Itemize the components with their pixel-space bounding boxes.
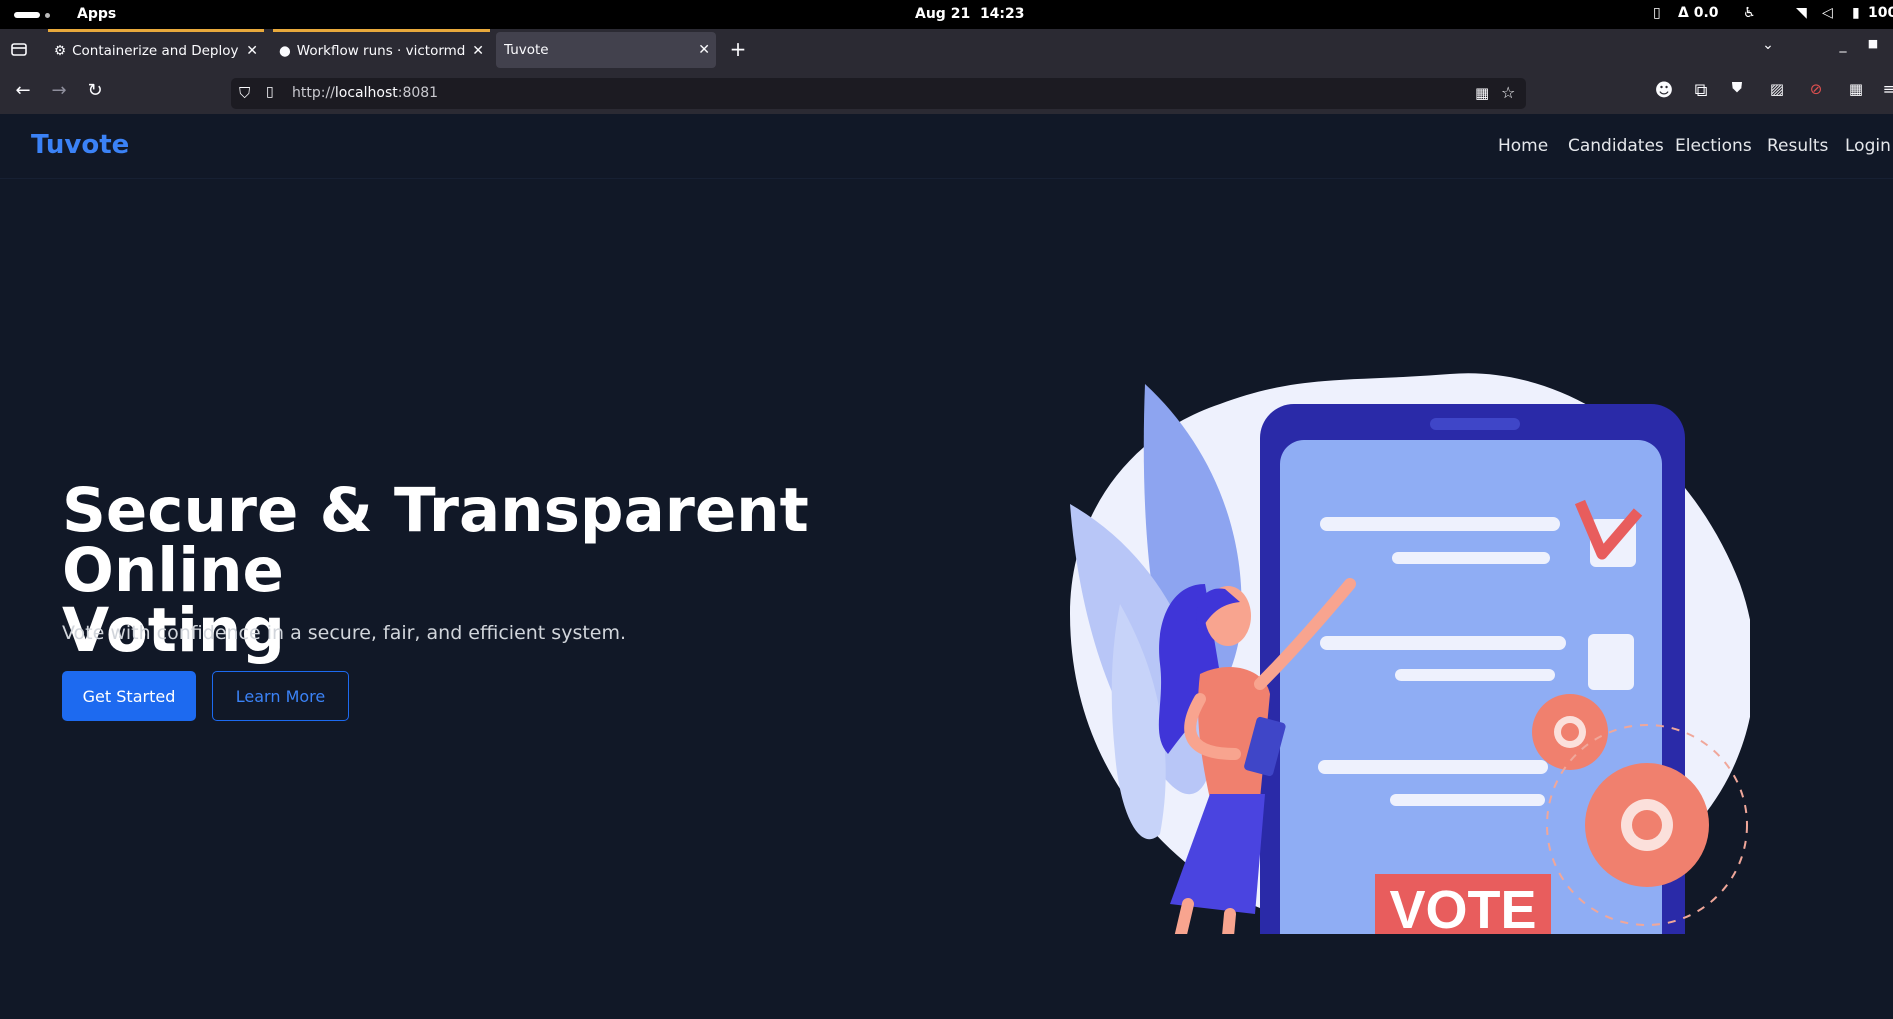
nav-login[interactable]: Login [1845, 136, 1891, 156]
bookmark-star-icon[interactable]: ☆ [1501, 83, 1515, 102]
tab-containerize[interactable]: ⚙ Containerize and Deploy W ✕ [48, 29, 264, 69]
site-logo[interactable]: Tuvote [31, 130, 129, 160]
tab-title: Containerize and Deploy W [72, 42, 241, 59]
nav-candidates[interactable]: Candidates [1568, 136, 1664, 156]
minimize-icon[interactable]: _ [1830, 37, 1856, 53]
apps-menu[interactable]: Apps [77, 6, 116, 22]
image-extension-icon[interactable]: ▨ [1764, 80, 1790, 98]
browser-navigation-bar: ← → ↻ ⛉ ▯ http://localhost:8081 ▦ ☆ ☻ ⧉ … [0, 72, 1893, 114]
network-rate: Δ 0.0 [1678, 5, 1719, 21]
qr-code-icon[interactable]: ▦ [1475, 84, 1489, 102]
hero-subtitle: Vote with confidence in a secure, fair, … [62, 622, 627, 644]
accessibility-icon[interactable]: ♿ [1743, 5, 1756, 21]
tab-title: Tuvote [504, 42, 549, 58]
page-icon[interactable]: ▯ [266, 84, 274, 100]
site-header: Tuvote Home Candidates Elections Results… [0, 114, 1893, 179]
tab-close-icon[interactable]: ✕ [692, 42, 716, 58]
firefox-view-icon[interactable] [6, 40, 32, 63]
tab-title: Workflow runs · victormde [296, 42, 467, 59]
url-prefix: http:// [292, 85, 335, 101]
battery-level: 100 [1868, 5, 1893, 21]
voting-illustration: VOTE [1070, 373, 1750, 934]
url-port: :8081 [397, 85, 439, 101]
nav-home[interactable]: Home [1498, 136, 1548, 156]
hero-title-line-1: Secure & Transparent Online [62, 475, 809, 606]
battery-icon[interactable]: ▮ [1852, 5, 1860, 21]
activities-indicator[interactable] [14, 12, 40, 18]
github-icon: ● [279, 42, 291, 59]
system-clock[interactable]: Aug 21 14:23 [915, 6, 1095, 22]
webpage: Tuvote Home Candidates Elections Results… [0, 114, 1893, 1019]
forward-icon[interactable]: → [46, 80, 72, 101]
vote-sign: VOTE [1375, 874, 1551, 934]
tab-close-icon[interactable]: ✕ [240, 43, 264, 59]
clock-date: Aug 21 [915, 6, 971, 22]
nav-elections[interactable]: Elections [1675, 136, 1752, 156]
address-bar[interactable]: ⛉ ▯ http://localhost:8081 ▦ ☆ [231, 78, 1526, 109]
learn-more-button[interactable]: Learn More [212, 671, 349, 721]
ublock-icon[interactable]: ⛊ [1724, 80, 1750, 96]
sim-icon: ▯ [1653, 5, 1661, 21]
apps-grid-icon[interactable]: ▦ [1843, 80, 1869, 98]
clock-time: 14:23 [979, 6, 1025, 22]
list-all-tabs-icon[interactable]: ⌄ [1755, 37, 1781, 53]
get-started-button[interactable]: Get Started [62, 671, 196, 721]
maximize-icon[interactable]: ■ [1860, 37, 1886, 50]
sound-muted-icon[interactable]: ◁ [1822, 5, 1833, 21]
nav-results[interactable]: Results [1767, 136, 1828, 156]
system-top-bar: Apps Aug 21 14:23 ▯ Δ 0.0 ♿ ◥ ◁ ▮ 100 [0, 0, 1893, 29]
reload-icon[interactable]: ↻ [82, 80, 108, 101]
tab-tuvote[interactable]: Tuvote ✕ [496, 32, 716, 68]
blocked-extension-icon[interactable]: ⊘ [1803, 80, 1829, 98]
account-icon[interactable]: ☻ [1651, 80, 1677, 101]
workspace-dot-icon [45, 13, 50, 18]
url-host: localhost [334, 85, 398, 101]
openai-icon: ⚙ [54, 42, 67, 59]
shield-icon[interactable]: ⛉ [239, 84, 250, 102]
tab-workflow-runs[interactable]: ● Workflow runs · victormde ✕ [273, 29, 490, 69]
back-icon[interactable]: ← [10, 80, 36, 101]
browser-tab-strip: ⚙ Containerize and Deploy W ✕ ● Workflow… [0, 29, 1893, 72]
extensions-puzzle-icon[interactable]: ⧉ [1688, 80, 1714, 101]
url-text[interactable]: http://localhost:8081 [292, 85, 438, 101]
tab-close-icon[interactable]: ✕ [466, 43, 490, 59]
wifi-icon[interactable]: ◥ [1796, 5, 1807, 21]
menu-icon[interactable]: ≡ [1876, 80, 1893, 98]
vote-label: VOTE [1389, 880, 1536, 934]
new-tab-icon[interactable]: + [725, 37, 751, 61]
